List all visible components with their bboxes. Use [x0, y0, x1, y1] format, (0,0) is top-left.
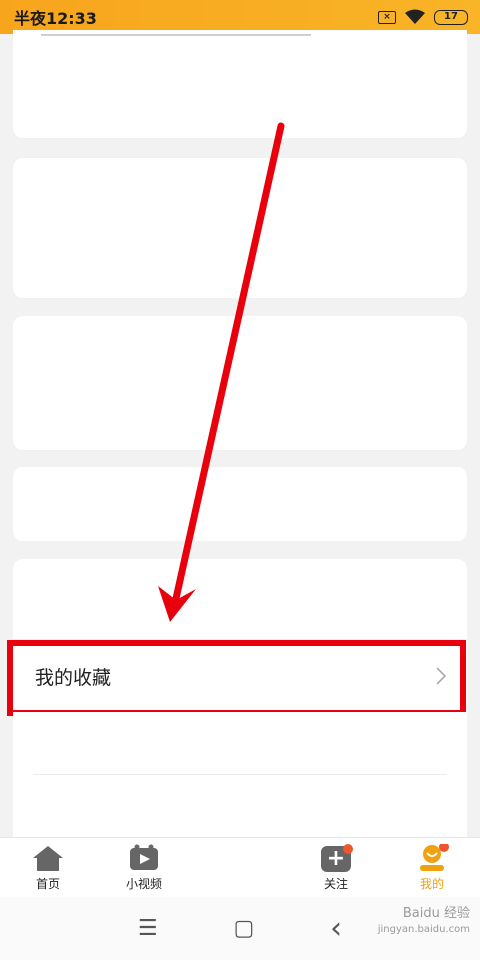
back-icon[interactable]: ‹ — [330, 911, 342, 946]
tab-center[interactable] — [192, 837, 288, 897]
divider — [33, 774, 447, 775]
content-card-1[interactable] — [13, 30, 467, 138]
follow-badge — [343, 844, 353, 854]
status-bar: 半夜12:33 × 17 — [0, 0, 480, 34]
follow-add-icon: + — [321, 844, 353, 872]
content-card-3[interactable] — [13, 316, 467, 450]
baidu-jingyan-watermark: Baidu 经验 jingyan.baidu.com — [378, 906, 470, 938]
tab-home[interactable]: 首页 — [0, 837, 96, 897]
tab-label-follow: 关注 — [323, 877, 348, 891]
list-continuation — [13, 712, 467, 837]
my-favorites-row[interactable]: 我的收藏 — [13, 640, 467, 712]
home-icon — [33, 846, 63, 871]
sim-blocked-icon: × — [378, 10, 396, 24]
battery-indicator: 17 — [434, 9, 468, 25]
video-icon — [130, 844, 158, 870]
wifi-icon — [405, 9, 425, 24]
home-button-icon[interactable]: ▢ — [233, 916, 254, 941]
content-card-4[interactable] — [13, 467, 467, 541]
profile-icon — [420, 844, 449, 871]
content-placeholder — [41, 34, 311, 36]
content-card-5[interactable] — [13, 559, 467, 639]
chevron-right-icon — [436, 667, 447, 685]
my-favorites-label: 我的收藏 — [35, 666, 112, 689]
watermark-line-2: jingyan.baidu.com — [377, 924, 470, 935]
watermark-line-1: Baidu 经验 — [402, 906, 470, 921]
tab-mine[interactable]: 我的 — [384, 837, 480, 897]
bottom-tab-bar: 首页 小视频 + 关注 我的 — [0, 837, 480, 897]
content-card-2[interactable] — [13, 158, 467, 298]
status-time: 半夜12:33 — [14, 9, 97, 28]
tab-label-short-video: 小视频 — [125, 877, 162, 891]
tab-short-video[interactable]: 小视频 — [96, 837, 192, 897]
tab-follow[interactable]: + 关注 — [288, 837, 384, 897]
menu-icon[interactable]: ☰ — [138, 916, 158, 941]
status-icons: × 17 — [378, 9, 468, 25]
tab-label-home: 首页 — [35, 877, 60, 891]
tab-label-mine: 我的 — [419, 877, 444, 891]
